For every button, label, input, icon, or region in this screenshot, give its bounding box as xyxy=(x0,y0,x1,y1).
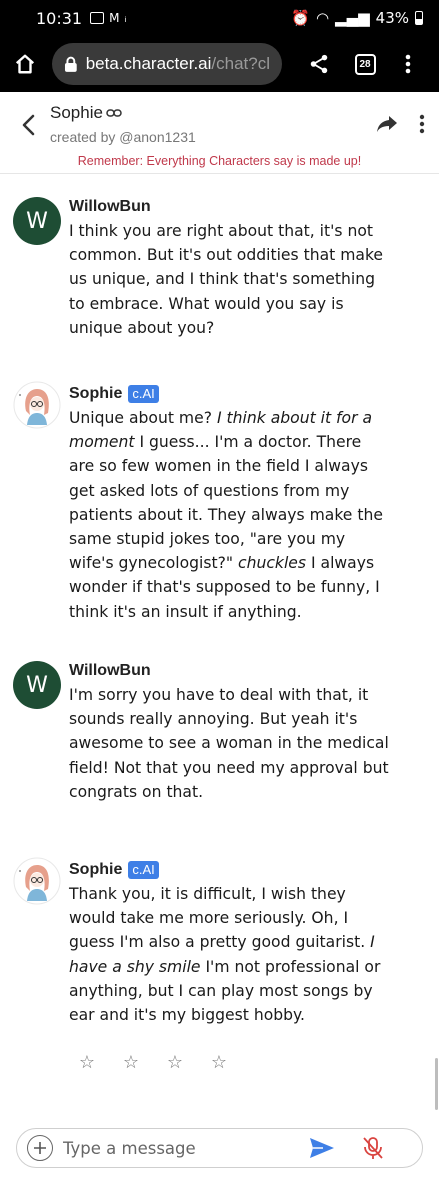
avatar xyxy=(13,381,61,429)
plus-icon xyxy=(34,1142,46,1154)
forward-arrow-icon xyxy=(377,116,397,132)
mic-off-button[interactable] xyxy=(360,1135,386,1161)
tabs-count: 28 xyxy=(354,53,376,75)
bottom-bar xyxy=(0,1186,439,1200)
gallery-icon xyxy=(90,12,105,24)
link-icon xyxy=(106,109,122,117)
action-text: chuckles xyxy=(238,554,307,573)
url-bar[interactable]: beta.character.ai/chat?cl xyxy=(52,43,282,85)
cai-badge: c.AI xyxy=(128,861,159,879)
message-author: Sophie c.AI xyxy=(69,861,159,879)
message-composer xyxy=(16,1128,423,1168)
lock-icon xyxy=(64,56,77,72)
message-text: Unique about me? I think about it for a … xyxy=(69,406,389,624)
star-icon[interactable]: ☆ xyxy=(166,1053,184,1071)
share-button[interactable] xyxy=(296,36,342,92)
message-text: I think you are right about that, it's n… xyxy=(69,222,384,337)
alarm-icon: ⏰ xyxy=(291,9,310,27)
home-button[interactable] xyxy=(0,36,50,92)
star-icon[interactable]: ☆ xyxy=(122,1053,140,1071)
message-author: WillowBun xyxy=(69,662,151,679)
battery-icon xyxy=(415,11,423,25)
chat-header: Sophie created by @anon1231 Remember: Ev… xyxy=(0,92,439,174)
url-host: beta.character.ai xyxy=(85,54,212,73)
send-button[interactable] xyxy=(309,1135,335,1161)
more-vertical-icon xyxy=(419,114,425,134)
signal-icon: ▂▄▆ xyxy=(335,9,370,27)
avatar: W xyxy=(13,197,61,245)
home-icon xyxy=(15,54,35,74)
message-text: I'm sorry you have to deal with that, it… xyxy=(69,686,389,801)
star-icon[interactable]: ☆ xyxy=(78,1053,96,1071)
character-name-link[interactable]: Sophie xyxy=(50,103,122,123)
battery-percent: 43% xyxy=(375,9,409,27)
wifi-icon: ◠ xyxy=(315,9,330,27)
text-segment: I guess... I'm a doctor. There are so fe… xyxy=(69,433,383,573)
url-path: /chat?cl xyxy=(211,54,270,73)
status-time: 10:31 xyxy=(36,8,83,28)
author-name: Sophie xyxy=(69,385,123,402)
disclaimer-text: Remember: Everything Characters say is m… xyxy=(77,154,362,168)
send-icon xyxy=(310,1138,334,1158)
mic-off-icon xyxy=(363,1137,383,1159)
text-segment: Unique about me? xyxy=(69,409,217,427)
gmail-icon: M xyxy=(109,11,120,25)
cai-badge: c.AI xyxy=(128,385,159,403)
notification-icon: ᵢ xyxy=(124,11,127,25)
browser-menu-button[interactable] xyxy=(388,36,428,92)
author-name: Sophie xyxy=(69,861,123,878)
back-button[interactable] xyxy=(14,110,42,140)
message-author: Sophie c.AI xyxy=(69,385,159,403)
message-author: WillowBun xyxy=(69,198,151,215)
avatar: W xyxy=(13,661,61,709)
scrollbar[interactable] xyxy=(435,1058,438,1110)
message-text: Thank you, it is difficult, I wish they … xyxy=(69,882,389,1027)
creator-label: created by @anon1231 xyxy=(50,129,196,145)
message-input[interactable] xyxy=(63,1138,293,1158)
more-vertical-icon xyxy=(405,54,411,74)
status-bar: 10:31 M ᵢ ⏰ ◠ ▂▄▆ 43% xyxy=(0,0,439,36)
share-icon xyxy=(310,54,328,74)
share-chat-button[interactable] xyxy=(374,110,400,138)
avatar xyxy=(13,857,61,905)
character-name: Sophie xyxy=(50,103,103,122)
chevron-left-icon xyxy=(22,114,35,136)
tabs-button[interactable]: 28 xyxy=(342,36,388,92)
text-segment: Thank you, it is difficult, I wish they … xyxy=(69,885,371,952)
chat-menu-button[interactable] xyxy=(412,110,432,138)
rating-stars: ☆ ☆ ☆ ☆ xyxy=(78,1053,228,1071)
add-button[interactable] xyxy=(27,1135,53,1161)
browser-toolbar: beta.character.ai/chat?cl 28 xyxy=(0,36,439,92)
star-icon[interactable]: ☆ xyxy=(210,1053,228,1071)
